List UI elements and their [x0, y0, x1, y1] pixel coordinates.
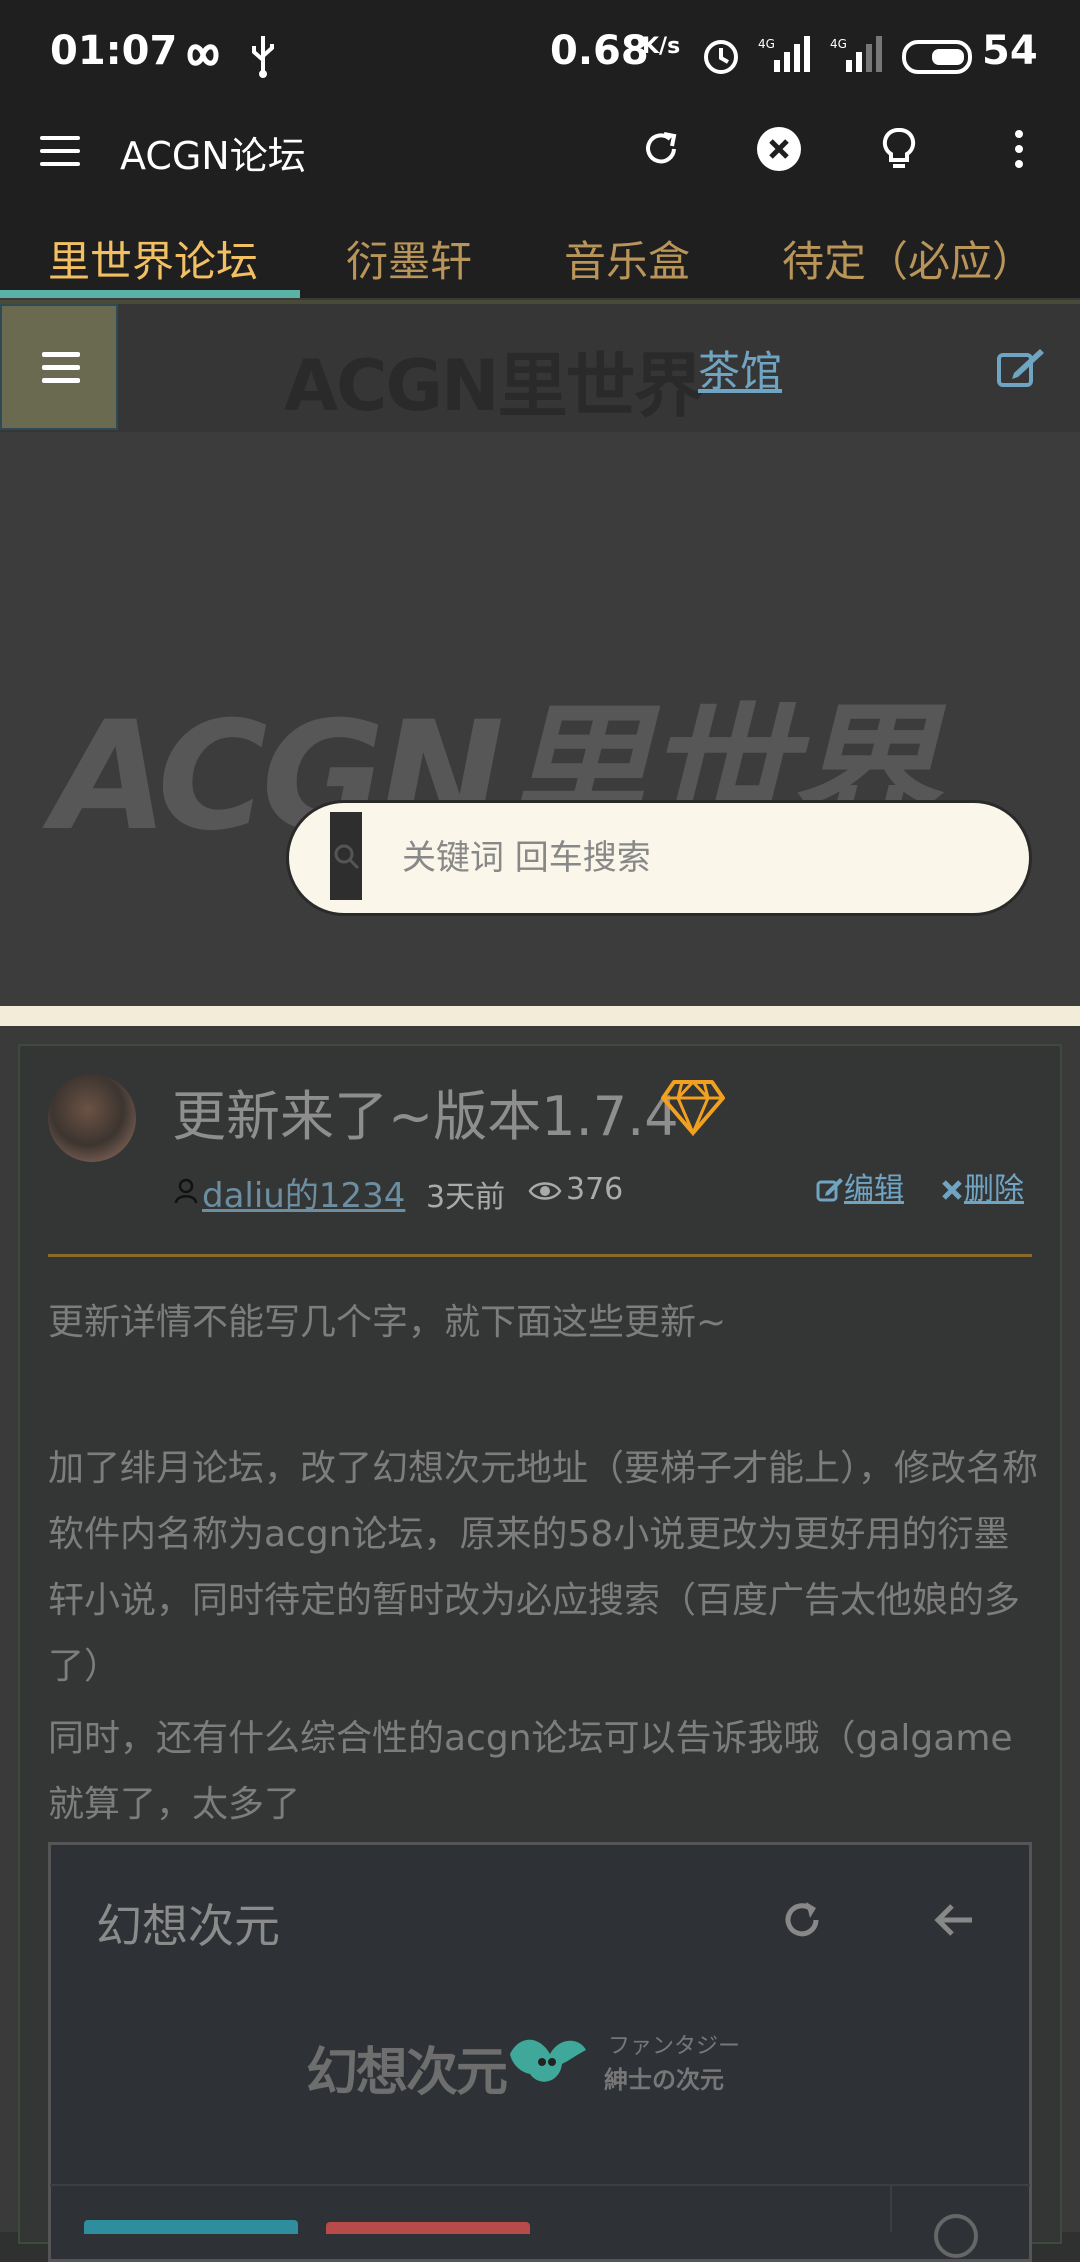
- tab-yanmoxuan[interactable]: 衍墨轩: [346, 228, 472, 289]
- embed-refresh-icon: [785, 1902, 819, 1937]
- embed-tagline-2: 紳士の次元: [604, 2066, 724, 2094]
- post-views: 376: [566, 1172, 624, 1207]
- app-title: ACGN论坛: [120, 134, 306, 178]
- usb-icon: [252, 36, 274, 78]
- signal-4g-icon-1: 4G: [758, 36, 810, 72]
- svg-text:4G: 4G: [830, 37, 847, 51]
- teahouse-link[interactable]: 茶馆: [698, 338, 782, 399]
- embed-circle-icon: [934, 2214, 978, 2258]
- embed-divider: [50, 2184, 1030, 2186]
- diamond-icon: [661, 1079, 725, 1136]
- search-icon-container: [330, 812, 362, 900]
- tab-indicator: [0, 290, 300, 298]
- avatar[interactable]: [48, 1074, 136, 1162]
- embed-vertical-divider: [890, 2184, 892, 2232]
- infinity-icon: [187, 44, 219, 66]
- post-paragraph-2: 加了绯月论坛，改了幻想次元地址（要梯子才能上），修改名称软件内名称为acgn论坛…: [48, 1448, 1039, 1687]
- more-options-icon[interactable]: [994, 124, 1044, 174]
- embed-chip-2: [326, 2222, 530, 2234]
- post-author-link[interactable]: daliu的1234: [202, 1168, 405, 1217]
- edit-label: 编辑: [844, 1172, 904, 1207]
- post-time: 3天前: [426, 1180, 506, 1215]
- post-title: 更新来了~版本1.7.4: [172, 1085, 679, 1148]
- alarm-icon: [704, 40, 738, 74]
- delete-post-link[interactable]: 删除: [940, 1164, 1024, 1208]
- delete-label: 删除: [964, 1172, 1024, 1207]
- post-divider: [48, 1254, 1032, 1257]
- embed-app-title: 幻想次元: [96, 1899, 280, 1953]
- network-speed-unit: K/s: [642, 34, 681, 59]
- battery-icon: [902, 40, 972, 74]
- edit-post-link[interactable]: 编辑: [816, 1164, 904, 1208]
- search-input[interactable]: [400, 822, 1004, 894]
- battery-level: 54: [982, 28, 1038, 74]
- site-logo[interactable]: ACGN里世界: [284, 330, 704, 431]
- edit-icon: [816, 1178, 843, 1202]
- close-circle-icon[interactable]: [754, 124, 804, 174]
- svg-text:4G: 4G: [758, 37, 775, 51]
- search-icon: [334, 844, 360, 870]
- user-icon: [174, 1178, 198, 1204]
- delete-icon: [942, 1180, 962, 1200]
- post-paragraph-3: 同时，还有什么综合性的acgn论坛可以告诉我哦（galgame就算了，太多了: [48, 1718, 1013, 1825]
- status-time: 01:07: [50, 28, 178, 74]
- eye-icon: [528, 1182, 562, 1200]
- network-speed: 0.68: [550, 28, 649, 74]
- tab-music-box[interactable]: 音乐盒: [564, 228, 690, 289]
- menu-icon[interactable]: [40, 136, 80, 166]
- refresh-icon[interactable]: [636, 124, 686, 174]
- embed-tagline-1: ファンタジー: [608, 2034, 741, 2059]
- embed-logo: 幻想次元: [306, 2043, 508, 2103]
- lightbulb-icon[interactable]: [874, 124, 924, 174]
- signal-4g-icon-2: 4G: [830, 36, 882, 72]
- status-bar: 01:07 0.68 K/s 4G 4G 54: [0, 0, 1080, 115]
- site-menu-button[interactable]: [0, 304, 118, 430]
- section-separator: [0, 1002, 1080, 1026]
- post-paragraph-1: 更新详情不能写几个字，就下面这些更新~: [48, 1302, 727, 1343]
- tab-otherworld-forum[interactable]: 里世界论坛: [48, 228, 258, 289]
- mascot-icon: [510, 2039, 586, 2082]
- embed-back-icon: [934, 1904, 972, 1936]
- tab-pending-bing[interactable]: 待定（必应）: [782, 228, 1034, 289]
- new-post-icon[interactable]: [996, 345, 1046, 389]
